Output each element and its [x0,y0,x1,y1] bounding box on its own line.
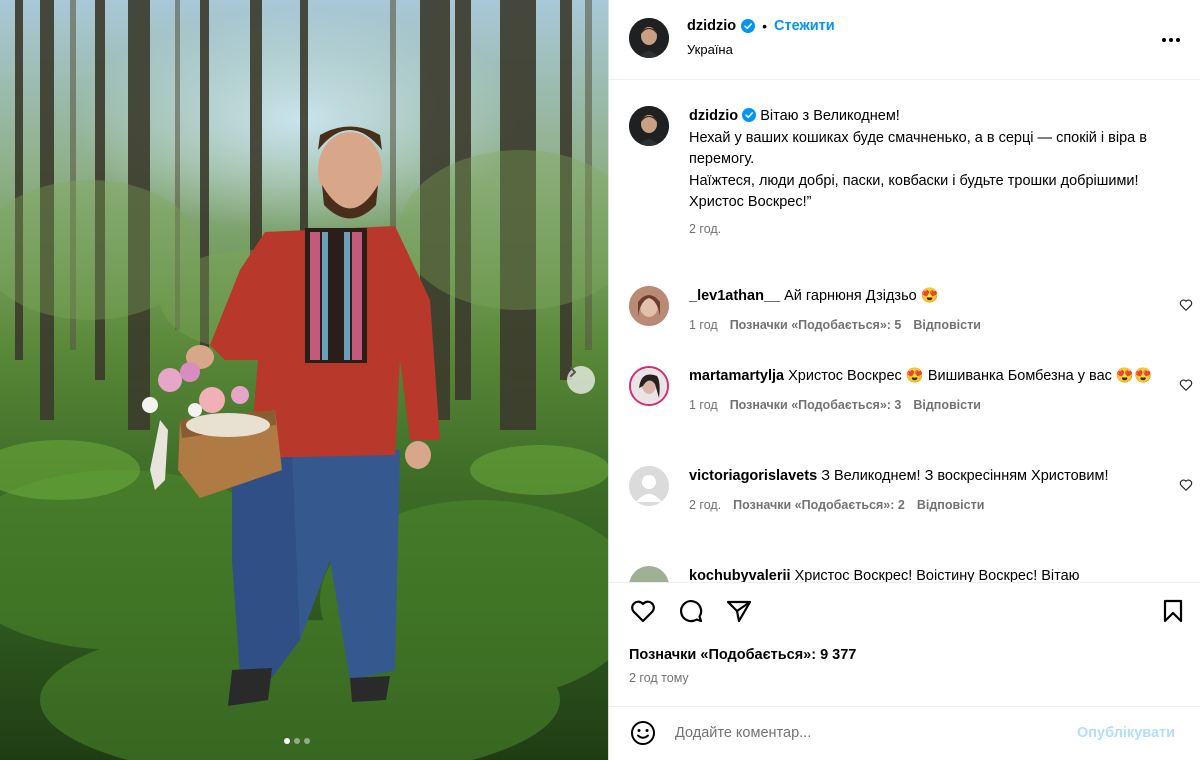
separator-dot: • [762,18,768,34]
caption-text: dzidzio Вітаю з Великоднем! Нехай у ваши… [689,100,1189,214]
comment-body: martamartylja Христос Воскрес 😍 Вишиванк… [689,360,1159,388]
caption-author-avatar[interactable] [629,106,669,146]
share-icon[interactable] [725,597,753,625]
commenter-avatar[interactable] [629,366,669,406]
add-comment-bar: Опублікувати [609,706,1200,760]
post-caption: dzidzio Вітаю з Великоднем! Нехай у ваши… [629,100,1189,236]
follow-button[interactable]: Стежити [774,18,835,34]
publish-button[interactable]: Опублікувати [1077,725,1175,741]
forest-photo-illustration [0,0,608,760]
default-avatar-icon [629,466,669,506]
comment-heart-icon[interactable] [1179,478,1193,492]
carousel-dot-active [284,738,290,744]
comment-meta: 2 год. Позначки «Подобається»: 2 Відпові… [689,498,1189,512]
reply-button[interactable]: Відповісти [913,398,981,412]
comment-meta: 1 год Позначки «Подобається»: 5 Відповіс… [689,318,1189,332]
carousel-next-button[interactable] [567,366,595,394]
comment-time[interactable]: 1 год [689,398,718,412]
more-icon[interactable] [1159,28,1183,52]
post-timestamp[interactable]: 2 год тому [629,671,689,685]
header-user-line: dzidzio • Стежити [687,18,835,34]
chevron-right-icon [570,367,576,377]
comment-text: З Великоднем! З воскресінням Христовим! [821,468,1109,484]
commenter-avatar[interactable] [629,286,669,326]
author-avatar-image [629,18,669,58]
comment-likes[interactable]: Позначки «Подобається»: 5 [730,318,902,332]
like-count[interactable]: Позначки «Подобається»: 9 377 [629,647,856,663]
comment-time[interactable]: 2 год. [689,498,721,512]
author-avatar[interactable] [629,18,669,58]
comment-item: kochubyvalerii Христос Воскрес! Воістину… [629,560,1189,582]
comment-username[interactable]: _lev1athan__ [689,288,780,304]
caption-line: Вітаю з Великоднем! [760,108,900,124]
carousel-dot [294,738,300,744]
commenter-avatar[interactable] [629,566,669,582]
comment-input[interactable] [675,719,1055,747]
comment-text: Христос Воскрес! Воістину Воскрес! Вітаю [794,568,1080,582]
comment-likes[interactable]: Позначки «Подобається»: 3 [730,398,902,412]
commenter-avatar-image [629,286,669,326]
post-header: dzidzio • Стежити Україна [609,0,1200,80]
emoji-icon[interactable] [629,719,657,747]
comment-text: Ай гарнюня Дзідзьо 😍 [784,288,939,304]
carousel-dot [304,738,310,744]
reply-button[interactable]: Відповісти [913,318,981,332]
comment-time[interactable]: 1 год [689,318,718,332]
heart-icon[interactable] [629,597,657,625]
comments-list[interactable]: _lev1athan__ Ай гарнюня Дзідзьо 😍 1 год … [609,270,1200,582]
comment-icon[interactable] [677,597,705,625]
verified-icon [741,19,756,33]
comment-body: _lev1athan__ Ай гарнюня Дзідзьо 😍 [689,280,1159,308]
caption-author-avatar-image [629,106,669,146]
comment-item: martamartylja Христос Воскрес 😍 Вишиванк… [629,360,1193,412]
caption-line: Нехай у ваших кошиках буде смачненько, а… [689,129,1147,168]
post-location[interactable]: Україна [687,42,733,57]
comment-heart-icon[interactable] [1179,298,1193,312]
comment-item: _lev1athan__ Ай гарнюня Дзідзьо 😍 1 год … [629,280,1193,332]
caption-timestamp[interactable]: 2 год. [689,222,1189,236]
comment-body: kochubyvalerii Христос Воскрес! Воістину… [689,560,1159,582]
comment-username[interactable]: kochubyvalerii [689,568,791,582]
post-details-panel: dzidzio • Стежити Україна dzidzio Вітаю … [608,0,1200,760]
author-username[interactable]: dzidzio [687,18,736,34]
commenter-avatar-image [631,368,667,404]
commenter-avatar[interactable] [629,466,669,506]
carousel-dots [284,738,310,744]
comment-username[interactable]: victoriagorislavets [689,468,817,484]
comment-meta: 1 год Позначки «Подобається»: 3 Відповіс… [689,398,1189,412]
comment-body: victoriagorislavets З Великоднем! З воск… [689,460,1159,488]
post-photo[interactable] [0,0,608,760]
caption-line: Христос Воскрес!” [689,194,812,210]
post-actions: Позначки «Подобається»: 9 377 2 год тому [609,582,1200,706]
caption-line: Наїжтеся, люди добрі, паски, ковбаски і … [689,172,1139,189]
comment-username[interactable]: martamartylja [689,368,784,384]
bookmark-icon[interactable] [1159,597,1187,625]
comment-text: Христос Воскрес 😍 Вишиванка Бомбезна у в… [788,368,1153,384]
verified-icon [742,108,757,122]
caption-username[interactable]: dzidzio [689,108,738,124]
comment-item: victoriagorislavets З Великоднем! З воск… [629,460,1193,512]
reply-button[interactable]: Відповісти [917,498,985,512]
comment-heart-icon[interactable] [1179,378,1193,392]
comment-likes[interactable]: Позначки «Подобається»: 2 [733,498,905,512]
